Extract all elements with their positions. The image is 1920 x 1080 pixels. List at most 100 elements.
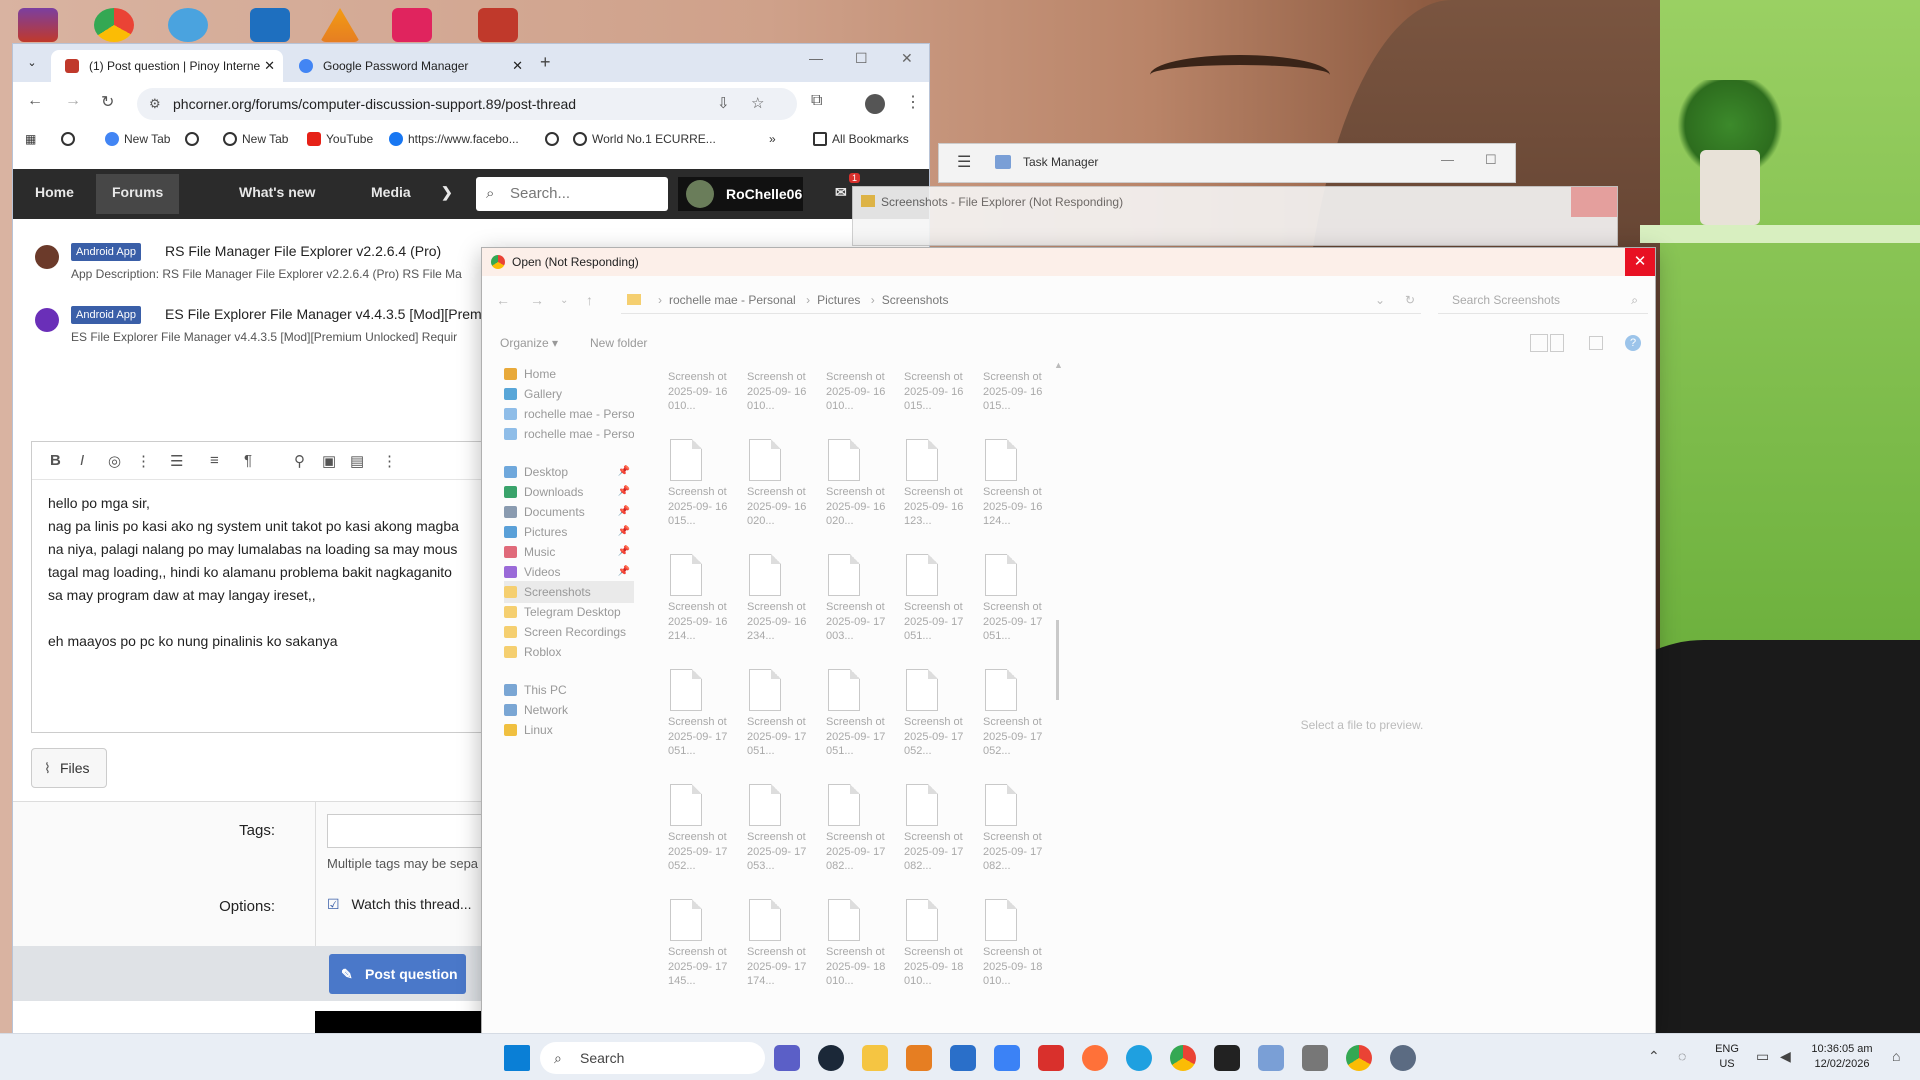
remote-app-icon[interactable]	[250, 8, 290, 42]
user-menu[interactable]: RoChelle06	[678, 177, 803, 211]
start-icon[interactable]	[504, 1045, 530, 1071]
file-item[interactable]: Screensh ot 2025-09- 16 010...	[668, 366, 732, 434]
file-item[interactable]: Screensh ot 2025-09- 16 020...	[826, 439, 890, 549]
file-item[interactable]: Screensh ot 2025-09- 17 174...	[747, 899, 811, 1009]
close-dialog-button[interactable]: ✕	[1625, 248, 1655, 276]
address-bar[interactable]: ⚙ phcorner.org/forums/computer-discussio…	[137, 88, 797, 120]
pen-app-icon[interactable]	[1214, 1045, 1240, 1071]
maximize-button[interactable]: ☐	[855, 50, 868, 67]
file-explorer-icon[interactable]	[862, 1045, 888, 1071]
file-item[interactable]: Screensh ot 2025-09- 17 051...	[668, 669, 732, 779]
extensions-icon[interactable]: ⧉	[811, 92, 822, 110]
bookmark-facebook[interactable]: https://www.facebo...	[389, 132, 519, 146]
editor-text[interactable]: hello po mga sir, nag pa linis po kasi a…	[32, 480, 510, 665]
bookmark-youtube[interactable]: YouTube	[307, 132, 373, 146]
preview-pane-icon[interactable]	[1589, 336, 1603, 350]
file-item[interactable]: Screensh ot 2025-09- 17 145...	[668, 899, 732, 1009]
nav-item-pictures[interactable]: Pictures 📌	[504, 521, 634, 543]
close-icon[interactable]: ✕	[264, 50, 275, 82]
watch-thread-checkbox[interactable]: ☑ Watch this thread...	[327, 896, 472, 913]
file-item[interactable]: Screensh ot 2025-09- 17 052...	[904, 669, 968, 779]
nav-item-videos[interactable]: Videos 📌	[504, 561, 634, 583]
chrome-profile-icon[interactable]	[1346, 1045, 1372, 1071]
taskbar-search[interactable]: ⌕ Search	[540, 1042, 765, 1074]
scrollbar[interactable]: ▲	[1054, 360, 1063, 1030]
file-item[interactable]: Screensh ot 2025-09- 16 010...	[747, 366, 811, 434]
browser-shortcut-icon[interactable]	[168, 8, 208, 42]
file-item[interactable]: Screensh ot 2025-09- 16 015...	[904, 366, 968, 434]
file-item[interactable]: Screensh ot 2025-09- 16 214...	[668, 554, 732, 664]
file-item[interactable]: Screensh ot 2025-09- 17 052...	[983, 669, 1047, 779]
file-item[interactable]: Screensh ot 2025-09- 17 082...	[904, 784, 968, 894]
new-folder-button[interactable]: New folder	[590, 336, 647, 350]
search-input[interactable]: Search Screenshots ⌕	[1438, 286, 1648, 314]
file-item[interactable]: Screensh ot 2025-09- 17 051...	[747, 669, 811, 779]
nav-item-this-pc[interactable]: This PC	[504, 679, 634, 701]
network-icon[interactable]: ◌	[1678, 1048, 1686, 1064]
nav-item-music[interactable]: Music 📌	[504, 541, 634, 563]
palette-icon[interactable]: ◎	[108, 452, 121, 470]
reload-icon[interactable]: ↻	[101, 92, 114, 112]
wps-icon[interactable]	[1038, 1045, 1064, 1071]
chevron-down-icon[interactable]: ⌄	[1375, 286, 1385, 314]
media-icon[interactable]: ▤	[350, 452, 364, 470]
nav-item-desktop[interactable]: Desktop 📌	[504, 461, 634, 483]
breadcrumb-item[interactable]: rochelle mae - Personal	[669, 293, 796, 307]
address-breadcrumb[interactable]: › rochelle mae - Personal › Pictures › Scre…	[621, 286, 1421, 314]
close-window-button[interactable]	[1571, 187, 1617, 217]
organize-menu[interactable]: Organize ▾	[500, 336, 558, 350]
tab-password-manager[interactable]: Google Password Manager ✕	[285, 50, 531, 82]
volume-icon[interactable]: ◀	[1780, 1048, 1791, 1065]
scroll-thumb[interactable]	[1056, 620, 1059, 700]
file-item[interactable]: Screensh ot 2025-09- 16 015...	[983, 366, 1047, 434]
bookmark-globe[interactable]	[61, 132, 80, 146]
bookmark-star-icon[interactable]: ☆	[751, 94, 764, 112]
firefox-icon[interactable]	[1082, 1045, 1108, 1071]
file-item[interactable]: Screensh ot 2025-09- 16 010...	[826, 366, 890, 434]
file-item[interactable]: Screensh ot 2025-09- 17 082...	[826, 784, 890, 894]
nav-home[interactable]: Home	[35, 184, 74, 200]
close-icon[interactable]: ✕	[512, 50, 523, 82]
forward-icon[interactable]: →	[530, 292, 544, 308]
file-item[interactable]: Screensh ot 2025-09- 18 010...	[983, 899, 1047, 1009]
hamburger-icon[interactable]: ☰	[957, 152, 971, 172]
thread-title[interactable]: RS File Manager File Explorer v2.2.6.4 (…	[165, 243, 441, 259]
file-item[interactable]: Screensh ot 2025-09- 16 020...	[747, 439, 811, 549]
chevron-up-icon[interactable]: ⌃	[1648, 1048, 1660, 1065]
menu-icon[interactable]: ⋮	[905, 92, 921, 112]
nav-item-network[interactable]: Network	[504, 699, 634, 721]
file-item[interactable]: Screensh ot 2025-09- 17 051...	[904, 554, 968, 664]
file-item[interactable]: Screensh ot 2025-09- 17 003...	[826, 554, 890, 664]
clock[interactable]: 10:36:05 am 12/02/2026	[1802, 1042, 1882, 1072]
file-item[interactable]: Screensh ot 2025-09- 16 124...	[983, 439, 1047, 549]
view-options-icon[interactable]	[1530, 334, 1548, 352]
bookmark-globe-2[interactable]	[185, 132, 204, 146]
maximize-button[interactable]: ☐	[1485, 152, 1497, 168]
thread-title[interactable]: ES File Explorer File Manager v4.4.3.5 […	[165, 306, 482, 322]
bold-icon[interactable]: B	[50, 452, 61, 469]
chrome-icon[interactable]	[1170, 1045, 1196, 1071]
back-icon[interactable]: ←	[27, 92, 43, 110]
nav-item-screen-recordings[interactable]: Screen Recordings	[504, 621, 634, 643]
tools-icon[interactable]	[1302, 1045, 1328, 1071]
tab-post-question[interactable]: (1) Post question | Pinoy Interne ✕	[51, 50, 283, 82]
nav-media[interactable]: Media	[371, 184, 411, 200]
settings-icon[interactable]	[1390, 1045, 1416, 1071]
notifications-icon[interactable]: ⌂	[1892, 1048, 1900, 1064]
file-item[interactable]: Screensh ot 2025-09- 18 010...	[826, 899, 890, 1009]
minimize-button[interactable]: —	[1441, 152, 1454, 167]
file-item[interactable]: Screensh ot 2025-09- 17 051...	[983, 554, 1047, 664]
shield-app-icon[interactable]	[478, 8, 518, 42]
store-icon[interactable]	[950, 1045, 976, 1071]
steam-icon[interactable]	[818, 1045, 844, 1071]
up-icon[interactable]: ↑	[586, 292, 593, 308]
meet-icon[interactable]	[774, 1045, 800, 1071]
nav-item-rochelle-mae-perso[interactable]: rochelle mae - Perso	[504, 423, 634, 445]
display-icon[interactable]: ▭	[1756, 1048, 1769, 1065]
file-item[interactable]: Screensh ot 2025-09- 16 234...	[747, 554, 811, 664]
similar-thread[interactable]: Android App ES File Explorer File Manage…	[27, 300, 507, 360]
list-icon[interactable]: ☰	[170, 452, 183, 470]
file-item[interactable]: Screensh ot 2025-09- 17 082...	[983, 784, 1047, 894]
apps-icon[interactable]: ▦	[25, 132, 36, 146]
nav-item-rochelle-mae-perso[interactable]: rochelle mae - Perso	[504, 403, 634, 425]
